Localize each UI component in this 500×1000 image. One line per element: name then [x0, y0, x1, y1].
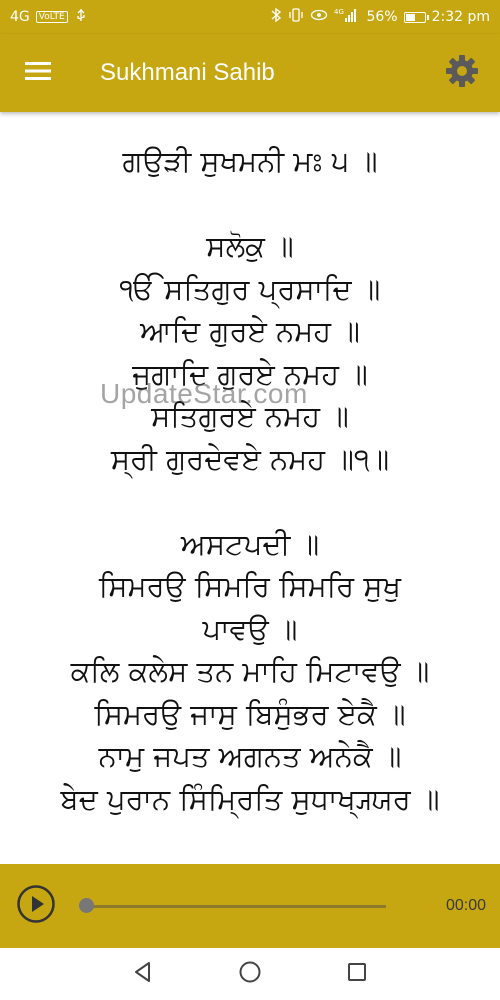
gurbani-line: ਗਉੜੀ ਸੁਖਮਨੀ ਮਃ ੫ ॥	[122, 144, 378, 178]
status-bar: 4G VoLTE 4G 56% 2:32 pm	[0, 0, 500, 34]
gurbani-line: ਸਤਿਗੁਰਏ ਨਮਹ ॥	[151, 399, 349, 433]
line-spacer	[0, 480, 500, 523]
gurbani-line: ਨਾਮੁ ਜਪਤ ਅਗਨਤ ਅਨੇਕੈ ॥	[98, 739, 402, 773]
home-button[interactable]	[228, 952, 272, 996]
gurbani-line: ੴ ਸਤਿਗੁਰ ਪ੍ਰਸਾਦਿ ॥	[119, 271, 381, 306]
bluetooth-icon	[270, 7, 282, 27]
status-time: 2:32 pm	[431, 9, 490, 25]
gurbani-line: ਸਲੋਕੁ ॥	[206, 229, 294, 263]
status-left: 4G VoLTE	[10, 8, 88, 26]
battery-percent: 56%	[366, 9, 398, 25]
network-type-label: 4G	[334, 8, 344, 16]
recents-square-icon	[345, 960, 369, 988]
gurbani-line: ਸਿਮਰਉ ਸਿਮਰਿ ਸਿਮਰਿ ਸੁਖੁ	[98, 569, 402, 603]
play-circle-icon	[16, 884, 56, 928]
gurbani-line: ਕਲਿ ਕਲੇਸ ਤਨ ਮਾਹਿ ਮਿਟਾਵਉ ॥	[70, 654, 430, 688]
status-right: 4G 56% 2:32 pm	[270, 7, 490, 27]
back-triangle-icon	[131, 960, 155, 988]
gurbani-line: ਬੇਦ ਪੁਰਾਨ ਸਿੰਮ੍ਰਿਤਿ ਸੁਧਾਖ੍ਯ੍ਯਰ ॥	[60, 781, 440, 816]
gurbani-line: ਅਸਟਪਦੀ ॥	[180, 526, 320, 561]
battery-icon	[403, 11, 429, 23]
back-button[interactable]	[121, 952, 165, 996]
gurbani-content[interactable]: ਗਉੜੀ ਸੁਖਮਨੀ ਮਃ ੫ ॥ ਸਲੋਕੁ ॥ ੴ ਸਤਿਗੁਰ ਪ੍ਰਸਾਦ…	[0, 112, 500, 864]
gear-icon	[444, 53, 480, 93]
volte-badge: VoLTE	[35, 11, 68, 23]
seek-thumb[interactable]	[79, 898, 94, 913]
battery-fill	[405, 13, 415, 21]
usb-icon	[74, 8, 88, 26]
system-nav-bar	[0, 948, 500, 1000]
gurbani-line: ਸ੍ਰੀ ਗੁਰਦੇਵਏ ਨਮਹ ॥੧॥	[110, 441, 390, 476]
recents-button[interactable]	[335, 952, 379, 996]
seek-bar[interactable]	[79, 898, 386, 913]
home-circle-icon	[238, 960, 262, 988]
signal-icon: 4G	[334, 7, 360, 27]
hamburger-menu-icon	[24, 60, 52, 86]
gurbani-line: ਪਾਵਉ ॥	[202, 611, 298, 646]
play-button[interactable]	[14, 884, 58, 928]
vibrate-icon	[288, 7, 304, 27]
settings-button[interactable]	[424, 34, 500, 112]
line-spacer	[0, 183, 500, 226]
audio-player: 00:00	[0, 864, 500, 948]
eye-icon	[310, 8, 328, 26]
app-bar: Sukhmani Sahib	[0, 34, 500, 112]
gurbani-line: ਜੁਗਾਦਿ ਗੁਰਏ ਨਮਹ ॥	[132, 356, 368, 391]
gurbani-line: ਆਦਿ ਗੁਰਏ ਨਮਹ ॥	[140, 314, 360, 348]
gurbani-line: ਸਿਮਰਉ ਜਾਸੁ ਬਿਸੁੰਭਰ ਏਕੈ ॥	[94, 696, 406, 731]
network-label: 4G	[10, 9, 30, 25]
app-title: Sukhmani Sahib	[100, 59, 275, 86]
menu-button[interactable]	[0, 34, 76, 112]
playback-time: 00:00	[445, 897, 486, 914]
